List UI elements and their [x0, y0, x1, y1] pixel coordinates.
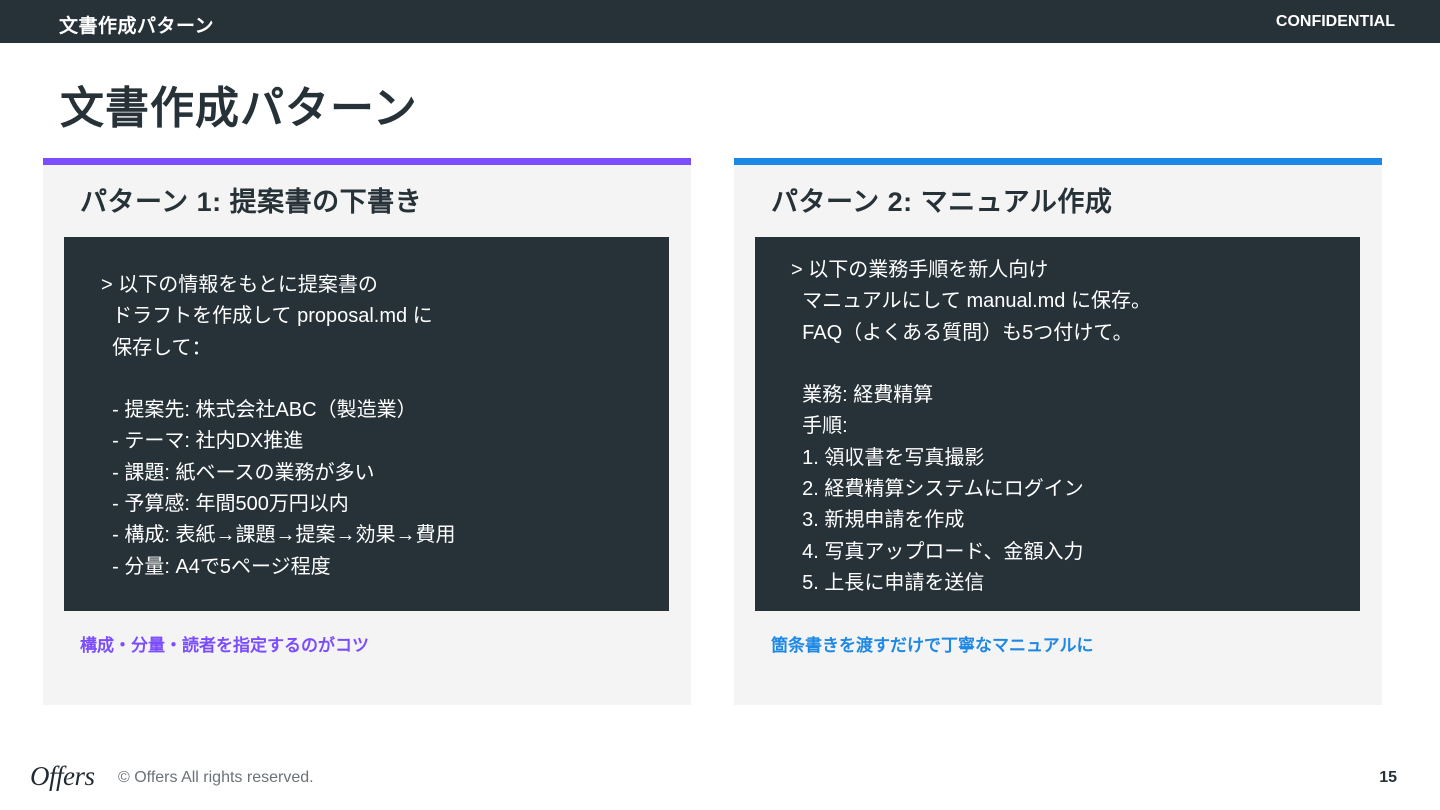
card-tip: 構成・分量・読者を指定するのがコツ [80, 636, 369, 655]
prompt-code-block: > 以下の情報をもとに提案書の ドラフトを作成して proposal.md に … [64, 237, 669, 611]
page-title: 文書作成パターン [60, 84, 418, 133]
prompt-text: > 以下の業務手順を新人向け マニュアルにして manual.md に保存。 F… [791, 259, 1151, 594]
prompt-text: > 以下の情報をもとに提案書の ドラフトを作成して proposal.md に … [101, 274, 456, 578]
copyright-text: © Offers All rights reserved. [118, 769, 314, 786]
card-tip: 箇条書きを渡すだけで丁寧なマニュアルに [771, 636, 1094, 655]
card-accent-bar [43, 158, 691, 165]
page-number: 15 [1379, 769, 1397, 786]
offers-logo: Offers [30, 761, 95, 791]
card-accent-bar [734, 158, 1382, 165]
top-bar: 文書作成パターン CONFIDENTIAL [0, 0, 1440, 43]
header-title: 文書作成パターン [59, 16, 215, 37]
card-title: パターン 2: マニュアル作成 [771, 187, 1113, 217]
card-title: パターン 1: 提案書の下書き [80, 187, 423, 217]
pattern-card-2: パターン 2: マニュアル作成 > 以下の業務手順を新人向け マニュアルにして … [734, 158, 1382, 705]
prompt-code-block: > 以下の業務手順を新人向け マニュアルにして manual.md に保存。 F… [755, 237, 1360, 611]
confidential-label: CONFIDENTIAL [1275, 13, 1395, 30]
pattern-card-1: パターン 1: 提案書の下書き > 以下の情報をもとに提案書の ドラフトを作成し… [43, 158, 691, 705]
